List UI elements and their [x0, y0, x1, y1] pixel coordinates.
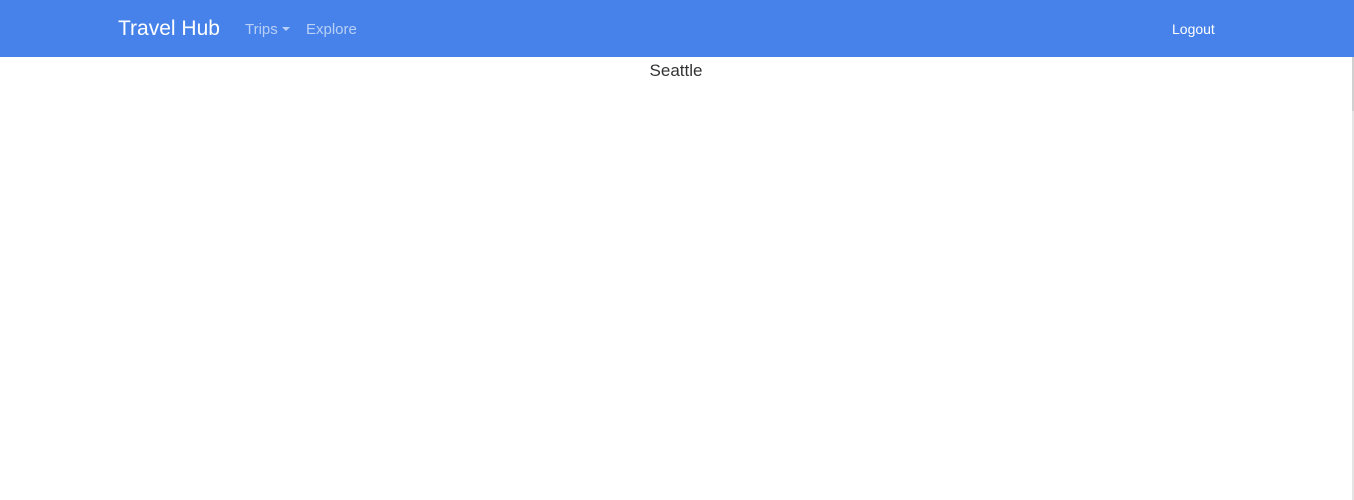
trips-dropdown-toggle[interactable]: Trips — [245, 20, 290, 39]
brand-link[interactable]: Travel Hub — [118, 16, 220, 42]
top-navbar: Travel Hub Trips Explore Logout — [0, 0, 1354, 57]
logout-link[interactable]: Logout — [1172, 20, 1215, 39]
page: Travel Hub Trips Explore Logout Seattle — [0, 0, 1354, 500]
explore-link[interactable]: Explore — [306, 20, 357, 39]
city-name: Seattle — [649, 61, 703, 80]
trips-label: Trips — [245, 21, 278, 38]
chevron-down-icon — [281, 27, 290, 31]
